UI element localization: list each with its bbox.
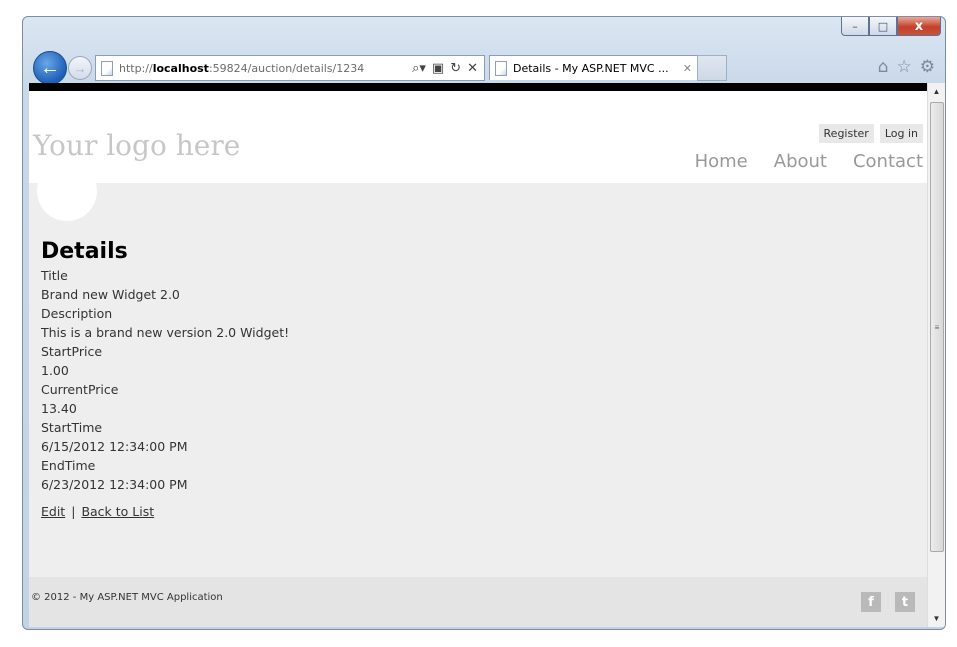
- site-footer: © 2012 - My ASP.NET MVC Application f t: [29, 577, 927, 627]
- site-logo[interactable]: Your logo here: [33, 129, 240, 162]
- scroll-up-arrow-icon[interactable]: ▲: [928, 83, 945, 100]
- scroll-down-arrow-icon[interactable]: ▼: [928, 610, 945, 627]
- window-controls: – □ x: [841, 17, 941, 36]
- back-arrow-icon: ←: [40, 56, 60, 79]
- tab-close-icon[interactable]: ✕: [683, 62, 692, 75]
- refresh-icon[interactable]: ↻: [450, 61, 461, 76]
- main-menu: Home About Contact: [695, 151, 923, 172]
- copyright-text: © 2012 - My ASP.NET MVC Application: [31, 592, 223, 603]
- url-host: localhost: [152, 61, 209, 75]
- twitter-icon[interactable]: t: [895, 592, 915, 612]
- web-page-viewport: Your logo here Register Log in Home Abou…: [29, 83, 927, 627]
- field-label: EndTime: [41, 458, 96, 473]
- address-bar-actions: ⌕▾ ▣ ↻ ✕: [412, 61, 478, 76]
- details-section: Details Title Brand new Widget 2.0 Descr…: [29, 183, 927, 519]
- field-label: Title: [41, 268, 68, 283]
- field-value: 13.40: [41, 401, 77, 416]
- site-header: Your logo here Register Log in Home Abou…: [29, 91, 927, 221]
- address-bar[interactable]: http://localhost:59824/auction/details/1…: [95, 55, 485, 81]
- link-separator: |: [71, 504, 76, 519]
- gear-icon[interactable]: ⚙: [920, 57, 935, 77]
- vertical-scrollbar[interactable]: ▲ ≡ ▼: [927, 83, 945, 627]
- maximize-button[interactable]: □: [869, 17, 897, 36]
- url-text[interactable]: http://localhost:59824/auction/details/1…: [119, 62, 412, 75]
- menu-about[interactable]: About: [774, 151, 827, 172]
- top-bar: [29, 83, 927, 91]
- field-label: StartPrice: [41, 344, 103, 359]
- tab-title: Details - My ASP.NET MVC ...: [513, 61, 669, 75]
- menu-contact[interactable]: Contact: [853, 151, 923, 172]
- login-links: Register Log in: [818, 124, 923, 143]
- field-value: This is a brand new version 2.0 Widget!: [41, 325, 290, 340]
- home-icon[interactable]: ⌂: [878, 57, 889, 77]
- back-to-list-link[interactable]: Back to List: [81, 504, 154, 519]
- forward-button[interactable]: →: [68, 56, 92, 80]
- field-label: StartTime: [41, 420, 103, 435]
- url-prefix: http://: [119, 61, 153, 75]
- social-links: f t: [861, 592, 915, 612]
- stop-icon[interactable]: ✕: [467, 61, 478, 76]
- field-value: 1.00: [41, 363, 69, 378]
- compatibility-icon[interactable]: ▣: [432, 61, 444, 76]
- tab-page-icon: [495, 60, 507, 76]
- minimize-button[interactable]: –: [841, 17, 869, 36]
- facebook-icon[interactable]: f: [861, 592, 881, 612]
- new-tab-button[interactable]: [697, 55, 727, 81]
- field-value: Brand new Widget 2.0: [41, 287, 180, 302]
- scrollbar-thumb[interactable]: ≡: [930, 102, 944, 552]
- close-button[interactable]: x: [897, 17, 941, 36]
- detail-actions: Edit | Back to List: [41, 504, 927, 519]
- login-link[interactable]: Log in: [879, 124, 923, 143]
- menu-home[interactable]: Home: [695, 151, 748, 172]
- page-icon: [101, 60, 113, 76]
- favorites-star-icon[interactable]: ☆: [897, 57, 912, 77]
- search-icon[interactable]: ⌕▾: [412, 61, 426, 76]
- register-link[interactable]: Register: [818, 124, 874, 143]
- browser-tab-active[interactable]: Details - My ASP.NET MVC ... ✕: [489, 55, 699, 80]
- page-title: Details: [41, 239, 128, 264]
- field-value: 6/23/2012 12:34:00 PM: [41, 477, 188, 492]
- field-label: Description: [41, 306, 113, 321]
- edit-link[interactable]: Edit: [41, 504, 65, 519]
- field-value: 6/15/2012 12:34:00 PM: [41, 439, 188, 454]
- url-path: :59824/auction/details/1234: [208, 61, 365, 75]
- back-button[interactable]: ←: [33, 51, 67, 85]
- field-label: CurrentPrice: [41, 382, 119, 397]
- browser-window: – □ x ← → http://localhost:59824/auction…: [22, 16, 946, 630]
- forward-arrow-icon: →: [73, 60, 87, 76]
- browser-toolbar: ⌂ ☆ ⚙: [878, 57, 935, 77]
